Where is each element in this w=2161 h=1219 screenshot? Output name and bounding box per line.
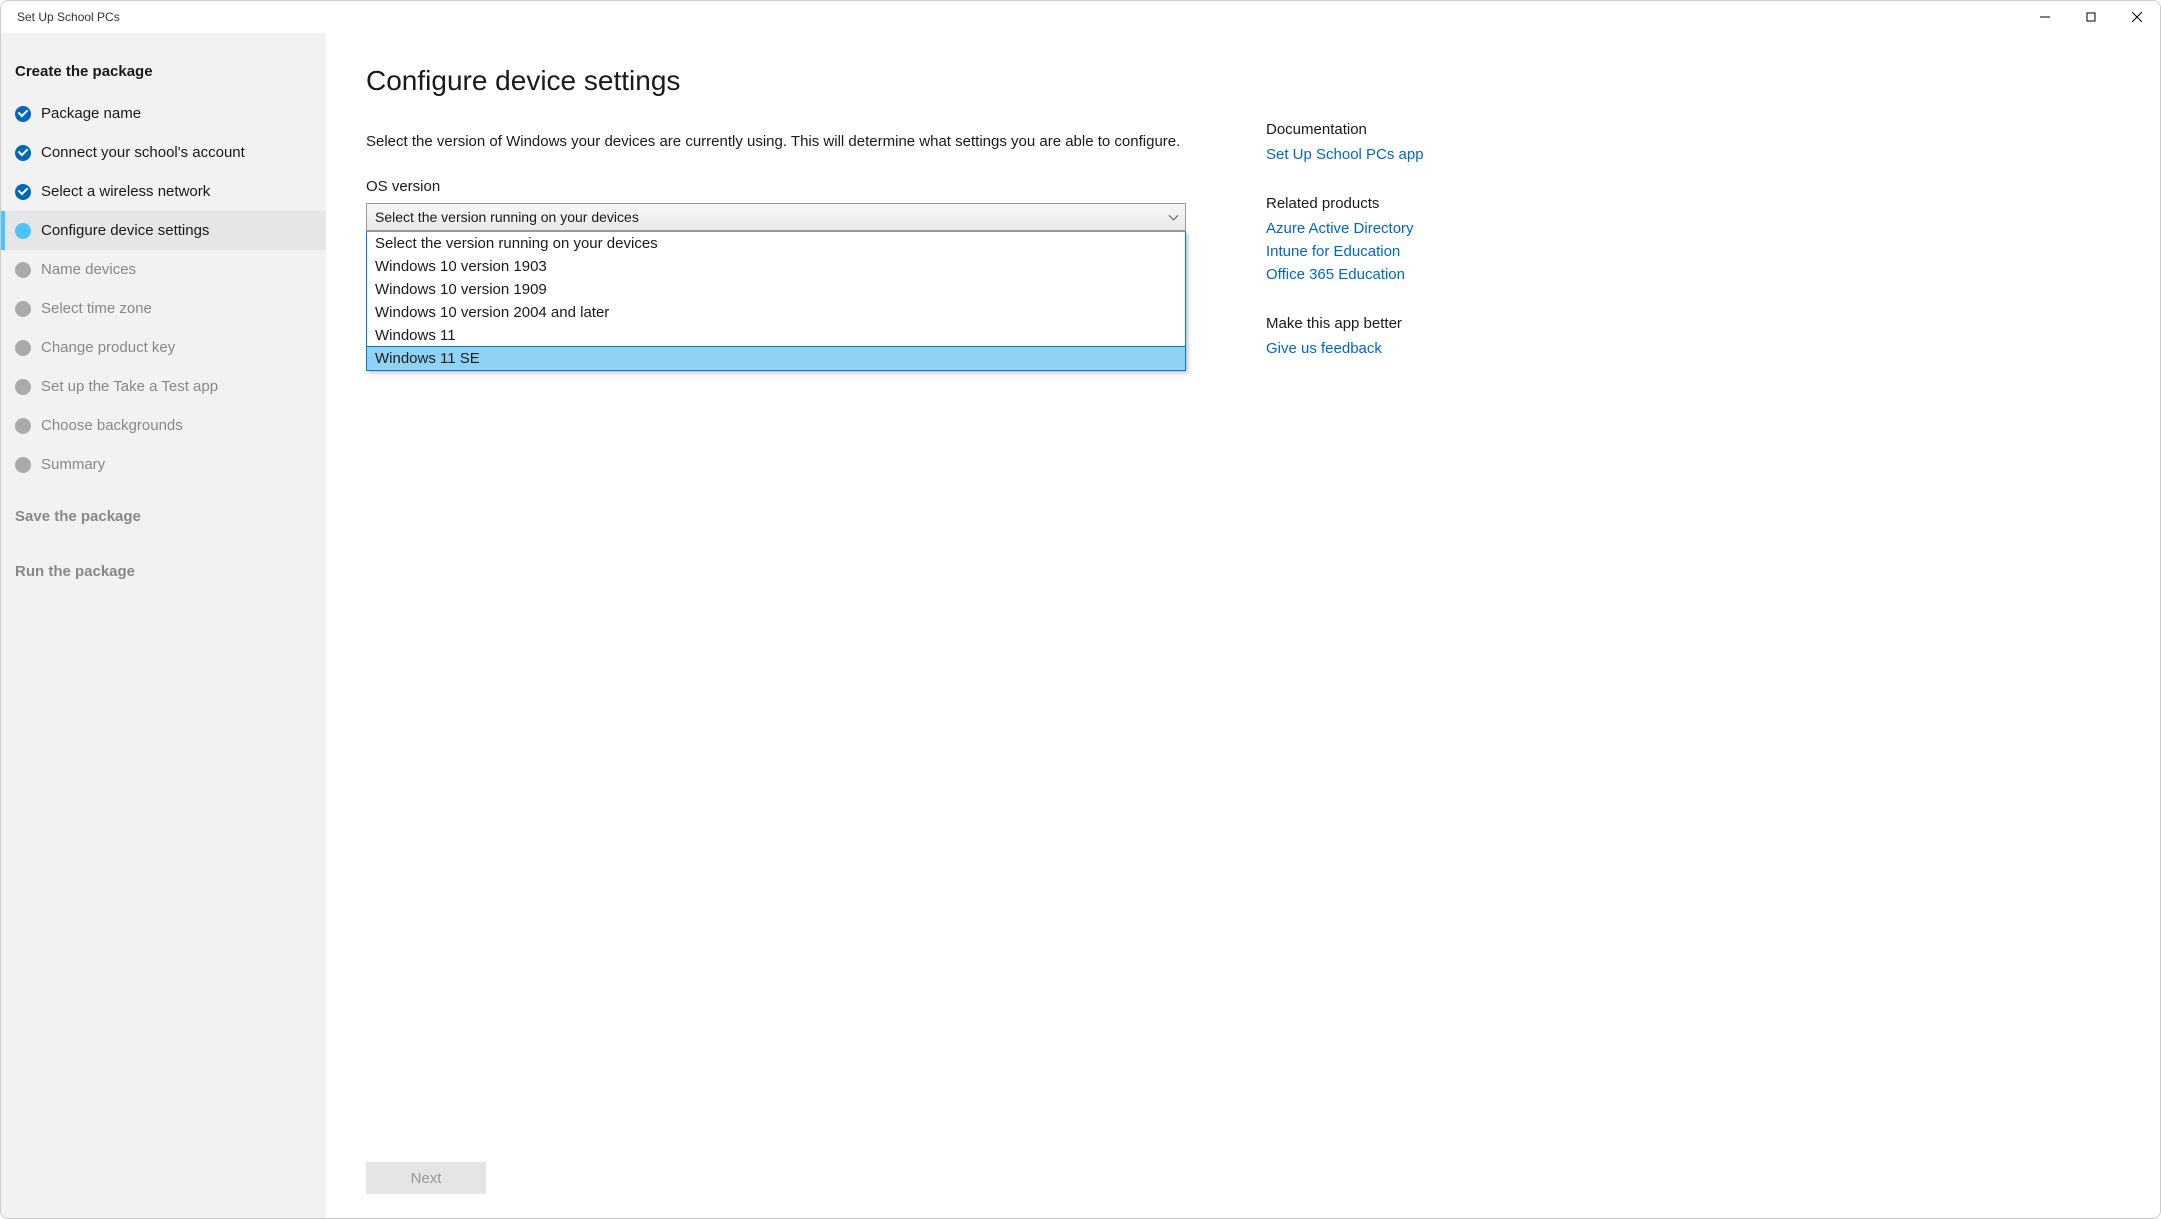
sidebar-step-label: Summary	[41, 456, 105, 473]
next-button[interactable]: Next	[366, 1162, 486, 1194]
step-dot-icon	[15, 457, 31, 473]
section-header-create: Create the package	[1, 57, 326, 94]
close-icon	[2132, 12, 2142, 22]
section-header-run: Run the package	[1, 557, 326, 594]
check-icon	[15, 184, 31, 200]
sidebar-step-label: Choose backgrounds	[41, 417, 183, 434]
step-dot-icon	[15, 340, 31, 356]
documentation-link[interactable]: Set Up School PCs app	[1266, 146, 1466, 163]
minimize-icon	[2040, 12, 2050, 22]
dropdown-option-3[interactable]: Windows 10 version 2004 and later	[367, 301, 1185, 324]
sidebar-step-9: Summary	[1, 445, 326, 484]
related-products-header: Related products	[1266, 195, 1466, 212]
maximize-icon	[2086, 12, 2096, 22]
sidebar-step-label: Connect your school's account	[41, 144, 245, 161]
sidebar-step-2[interactable]: Select a wireless network	[1, 172, 326, 211]
close-button[interactable]	[2114, 1, 2160, 33]
documentation-header: Documentation	[1266, 121, 1466, 138]
page-description: Select the version of Windows your devic…	[366, 133, 1186, 150]
titlebar: Set Up School PCs	[1, 1, 2160, 33]
app-window: Set Up School PCs Create the package Pac…	[0, 0, 2161, 1219]
step-dot-icon	[15, 262, 31, 278]
section-header-save: Save the package	[1, 502, 326, 539]
sidebar: Create the package Package name Connect y…	[1, 33, 326, 1218]
step-dot-icon	[15, 379, 31, 395]
main-panel: Configure device settings Select the ver…	[326, 33, 2160, 1218]
sidebar-step-3[interactable]: Configure device settings	[1, 211, 326, 250]
feedback-link[interactable]: Give us feedback	[1266, 340, 1466, 357]
aside-panel: Documentation Set Up School PCs app Rela…	[1266, 65, 1466, 1150]
dropdown-option-4[interactable]: Windows 11	[367, 324, 1185, 347]
step-dot-icon	[15, 223, 31, 239]
sidebar-step-label: Select time zone	[41, 300, 152, 317]
window-title: Set Up School PCs	[17, 10, 120, 24]
footer: Next	[366, 1150, 2120, 1194]
sidebar-step-label: Configure device settings	[41, 222, 209, 239]
dropdown-option-2[interactable]: Windows 10 version 1909	[367, 278, 1185, 301]
related-link-2[interactable]: Office 365 Education	[1266, 266, 1466, 283]
make-better-header: Make this app better	[1266, 315, 1466, 332]
related-link-1[interactable]: Intune for Education	[1266, 243, 1466, 260]
app-body: Create the package Package name Connect y…	[1, 33, 2160, 1218]
sidebar-step-label: Select a wireless network	[41, 183, 210, 200]
sidebar-step-label: Name devices	[41, 261, 136, 278]
dropdown-option-0[interactable]: Select the version running on your devic…	[367, 232, 1185, 255]
step-dot-icon	[15, 301, 31, 317]
window-controls	[2022, 1, 2160, 33]
sidebar-step-label: Package name	[41, 105, 141, 122]
check-icon	[15, 145, 31, 161]
dropdown-option-1[interactable]: Windows 10 version 1903	[367, 255, 1185, 278]
sidebar-step-7: Set up the Take a Test app	[1, 367, 326, 406]
sidebar-step-1[interactable]: Connect your school's account	[1, 133, 326, 172]
os-version-selected-text: Select the version running on your devic…	[375, 209, 639, 225]
sidebar-step-4: Name devices	[1, 250, 326, 289]
page-title: Configure device settings	[366, 65, 1186, 97]
os-version-label: OS version	[366, 178, 1186, 195]
maximize-button[interactable]	[2068, 1, 2114, 33]
sidebar-step-8: Choose backgrounds	[1, 406, 326, 445]
sidebar-step-5: Select time zone	[1, 289, 326, 328]
sidebar-step-label: Change product key	[41, 339, 175, 356]
minimize-button[interactable]	[2022, 1, 2068, 33]
check-icon	[15, 106, 31, 122]
sidebar-step-6: Change product key	[1, 328, 326, 367]
os-version-select[interactable]: Select the version running on your devic…	[366, 203, 1186, 231]
os-version-dropdown[interactable]: Select the version running on your devic…	[366, 231, 1186, 371]
sidebar-step-label: Set up the Take a Test app	[41, 378, 218, 395]
related-link-0[interactable]: Azure Active Directory	[1266, 220, 1466, 237]
content-area: Configure device settings Select the ver…	[366, 65, 1186, 1150]
dropdown-option-5[interactable]: Windows 11 SE	[367, 346, 1185, 371]
sidebar-step-0[interactable]: Package name	[1, 94, 326, 133]
step-dot-icon	[15, 418, 31, 434]
